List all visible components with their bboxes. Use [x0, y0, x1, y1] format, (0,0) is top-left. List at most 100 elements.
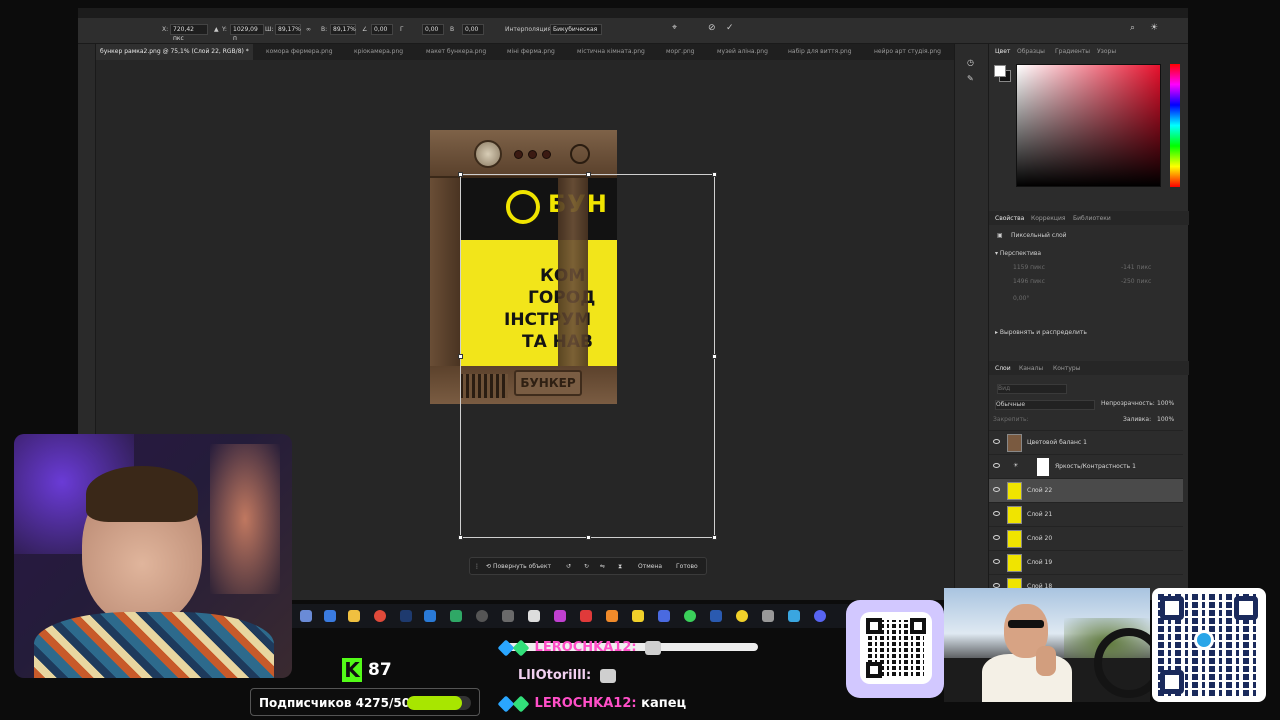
- angle-value[interactable]: 0,00°: [1013, 295, 1029, 302]
- perspective-section-header[interactable]: ▾ Перспектива: [995, 250, 1041, 257]
- flip-vertical-icon[interactable]: ⧗: [618, 563, 622, 571]
- triangle-icon[interactable]: ▲: [214, 26, 219, 33]
- transform-handle[interactable]: [712, 172, 717, 177]
- rotate-left-icon[interactable]: ↺: [566, 563, 571, 570]
- color-picker-field[interactable]: [1016, 64, 1161, 187]
- task-view-icon[interactable]: [300, 610, 312, 622]
- layer-search-input[interactable]: Вид: [997, 384, 1067, 394]
- fill-field[interactable]: 100%: [1157, 416, 1174, 423]
- history-icon[interactable]: ◷: [967, 58, 974, 67]
- layer-row[interactable]: ☀ Яркость/Контрастность 1: [989, 454, 1183, 478]
- link-icon[interactable]: ∞: [306, 26, 311, 33]
- transform-handle[interactable]: [712, 354, 717, 359]
- app-icon[interactable]: [554, 610, 566, 622]
- eye-icon[interactable]: [993, 535, 1000, 540]
- tab-gradients[interactable]: Градиенты: [1055, 48, 1090, 55]
- rotate-right-icon[interactable]: ↻: [584, 563, 589, 570]
- app-icon[interactable]: [450, 610, 462, 622]
- app-icon[interactable]: [658, 610, 670, 622]
- tab-libraries[interactable]: Библиотеки: [1073, 215, 1111, 222]
- discord-icon[interactable]: [814, 610, 826, 622]
- app-icon[interactable]: [788, 610, 800, 622]
- tab-museum[interactable]: музей аліна.png: [717, 44, 768, 60]
- layer-row-selected[interactable]: Слой 22: [989, 478, 1183, 502]
- transform-bounding-box[interactable]: [458, 172, 717, 540]
- chrome-icon[interactable]: [374, 610, 386, 622]
- tab-channels[interactable]: Каналы: [1019, 365, 1043, 372]
- commit-transform-icon[interactable]: ✓: [726, 23, 734, 33]
- tab-morgue[interactable]: морг.png: [666, 44, 695, 60]
- foreground-color-swatch[interactable]: [994, 65, 1006, 77]
- tab-survival-kit[interactable]: набір для виття.png: [788, 44, 852, 60]
- tab-bunker-frame[interactable]: бункер рамка2.png @ 75,1% (Слой 22, RGB/…: [96, 44, 253, 60]
- widgets-icon[interactable]: [324, 610, 336, 622]
- eye-icon[interactable]: [993, 511, 1000, 516]
- skew-v-field[interactable]: 0,00: [462, 24, 484, 35]
- interpolation-select[interactable]: Бикубическая: [550, 24, 602, 35]
- eye-icon[interactable]: [993, 559, 1000, 564]
- app-icon[interactable]: [502, 610, 514, 622]
- tab-mini-farm[interactable]: міні ферма.png: [507, 44, 555, 60]
- w-value[interactable]: 1159 пикс: [1013, 264, 1045, 271]
- h-field[interactable]: 89,17%: [330, 24, 356, 35]
- app-icon[interactable]: [580, 610, 592, 622]
- layer-row[interactable]: Слой 21: [989, 502, 1183, 526]
- angle-field[interactable]: 0,00: [371, 24, 393, 35]
- photoshop-icon[interactable]: [400, 610, 412, 622]
- align-section-header[interactable]: ▸ Выровнять и распределить: [995, 329, 1087, 336]
- tab-patterns[interactable]: Узоры: [1097, 48, 1116, 55]
- app-icon[interactable]: [684, 610, 696, 622]
- w-field[interactable]: 89,17%: [275, 24, 301, 35]
- layer-row[interactable]: Цветовой баланс 1: [989, 430, 1183, 454]
- blend-mode-select[interactable]: Обычные: [995, 400, 1095, 410]
- tab-farmer-storage[interactable]: комора фермера.png: [266, 44, 333, 60]
- brush-settings-icon[interactable]: ✎: [967, 74, 974, 83]
- grip-icon[interactable]: ⋮: [474, 563, 480, 570]
- menu-bar[interactable]: [78, 8, 1188, 18]
- cancel-transform-icon[interactable]: ⊘: [708, 23, 716, 33]
- app-icon[interactable]: [710, 610, 722, 622]
- app-icon[interactable]: [736, 610, 748, 622]
- y-field[interactable]: 1029,09 п: [230, 24, 264, 42]
- hue-slider[interactable]: [1170, 64, 1180, 187]
- lightbulb-icon[interactable]: ☀: [1150, 23, 1158, 33]
- layer-row[interactable]: Слой 20: [989, 526, 1183, 550]
- tab-bunker-layout[interactable]: макет бункера.png: [426, 44, 486, 60]
- app-icon[interactable]: [632, 610, 644, 622]
- tab-cryo-chamber[interactable]: кріокамера.png: [354, 44, 403, 60]
- eye-icon[interactable]: [993, 439, 1000, 444]
- transform-handle[interactable]: [458, 172, 463, 177]
- warp-icon[interactable]: ⌖: [672, 23, 677, 33]
- eye-icon[interactable]: [993, 463, 1000, 468]
- tab-mystic-room[interactable]: містична кімната.png: [577, 44, 645, 60]
- tab-swatches[interactable]: Образцы: [1017, 48, 1045, 55]
- y-value[interactable]: -250 пикс: [1121, 278, 1151, 285]
- search-icon[interactable]: ⌕: [1130, 23, 1135, 33]
- transform-handle[interactable]: [712, 535, 717, 540]
- tab-layers[interactable]: Слои: [995, 365, 1011, 372]
- layer-row[interactable]: Слой 19: [989, 550, 1183, 574]
- x-value[interactable]: -141 пикс: [1121, 264, 1151, 271]
- app-icon[interactable]: [606, 610, 618, 622]
- tab-neuro-art[interactable]: нейро арт студія.png: [874, 44, 941, 60]
- tab-properties[interactable]: Свойства: [995, 215, 1024, 222]
- skew-h-field[interactable]: 0,00: [422, 24, 444, 35]
- transform-handle[interactable]: [586, 172, 591, 177]
- transform-handle[interactable]: [458, 535, 463, 540]
- tab-paths[interactable]: Контуры: [1053, 365, 1080, 372]
- obs-icon[interactable]: [476, 610, 488, 622]
- rotate-object-button[interactable]: ⟲ Повернуть объект: [486, 563, 551, 570]
- tab-color[interactable]: Цвет: [995, 48, 1010, 55]
- tab-adjustments[interactable]: Коррекция: [1031, 215, 1065, 222]
- app-icon[interactable]: [762, 610, 774, 622]
- h-value[interactable]: 1496 пикс: [1013, 278, 1045, 285]
- x-field[interactable]: 720,42 пкс: [170, 24, 208, 42]
- transform-handle[interactable]: [458, 354, 463, 359]
- app-icon[interactable]: [424, 610, 436, 622]
- opacity-field[interactable]: 100%: [1157, 400, 1174, 407]
- app-icon[interactable]: [528, 610, 540, 622]
- cancel-button[interactable]: Отмена: [638, 563, 662, 570]
- done-button[interactable]: Готово: [676, 563, 698, 570]
- explorer-icon[interactable]: [348, 610, 360, 622]
- transform-handle[interactable]: [586, 535, 591, 540]
